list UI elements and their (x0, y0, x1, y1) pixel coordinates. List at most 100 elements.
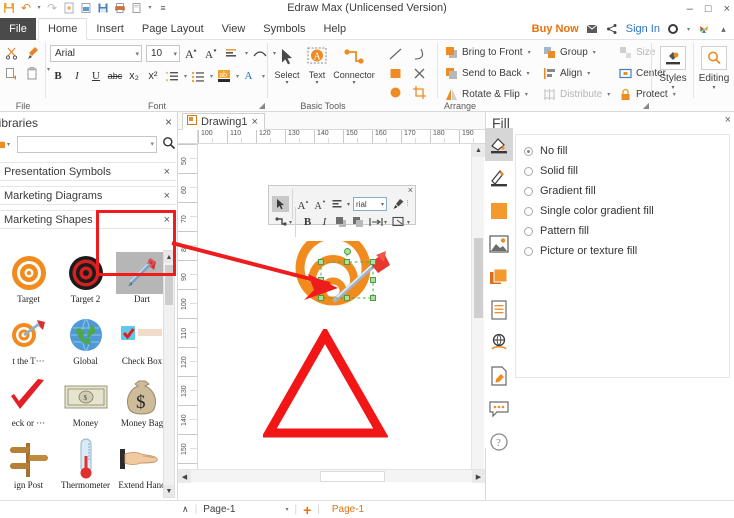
mini-connector-caret-icon[interactable]: ▾ (289, 219, 292, 226)
radio-button[interactable] (524, 246, 533, 256)
align-caret-icon[interactable]: ▾ (245, 50, 248, 57)
tab-file[interactable]: File (0, 18, 36, 40)
font-size-combo[interactable]: 10 ▾ (146, 45, 180, 62)
editing-caret-icon[interactable]: ▾ (694, 84, 734, 91)
list-item[interactable]: t the T··· (0, 312, 57, 374)
select-tool-button[interactable]: Select ▾ (270, 44, 304, 86)
select-caret-icon[interactable]: ▾ (270, 80, 304, 86)
chevron-down-icon[interactable]: ▾ (150, 140, 154, 148)
styles-caret-icon[interactable]: ▾ (652, 84, 694, 91)
arc-tool-icon[interactable] (408, 45, 432, 64)
mini-fill-icon[interactable] (390, 214, 407, 230)
styles-button[interactable]: Styles ▾ (652, 46, 694, 91)
bullet-list-icon[interactable] (190, 68, 206, 84)
fill-option-pattern-fill[interactable]: Pattern fill (524, 225, 589, 237)
italic-button[interactable]: I (69, 68, 85, 84)
fill-option-gradient-fill[interactable]: Gradient fill (524, 185, 596, 197)
list-item[interactable]: ign Post (0, 436, 57, 498)
arrange-dialog-launcher[interactable]: ◢ (643, 101, 649, 110)
rotate-flip-button[interactable]: Rotate & Flip ▾ (444, 87, 528, 101)
buy-now-button[interactable]: Buy Now (532, 23, 579, 35)
search-icon[interactable] (160, 136, 178, 153)
distribute-button[interactable]: Distribute ▾ (542, 87, 610, 101)
font-color-icon[interactable]: A (242, 68, 258, 84)
underline-button[interactable]: U (88, 68, 104, 84)
triangle-shape[interactable] (263, 329, 388, 439)
radio-button[interactable] (524, 166, 533, 176)
close-icon[interactable]: × (251, 116, 257, 128)
settings-caret-icon[interactable]: ▾ (687, 26, 690, 33)
tab-page-layout[interactable]: Page Layout (133, 18, 213, 40)
tab-view[interactable]: View (213, 18, 255, 40)
fill-pane-close-icon[interactable]: × (725, 114, 731, 126)
mini-italic-button[interactable]: I (316, 214, 333, 230)
rail-help-icon[interactable]: ? (485, 425, 513, 458)
text-curve-icon[interactable] (252, 46, 268, 62)
pencil-cross-tool-icon[interactable] (408, 64, 432, 83)
scrollbar-thumb[interactable] (165, 265, 173, 305)
add-page-button[interactable]: + (303, 503, 311, 517)
spacing-caret-icon[interactable]: ▾ (184, 73, 187, 80)
superscript-button[interactable]: x² (145, 68, 161, 84)
scroll-up-button[interactable]: ▲ (472, 144, 485, 157)
mini-fill-caret-icon[interactable]: ▾ (407, 219, 410, 226)
send-icon[interactable] (586, 23, 599, 36)
scrollbar-thumb[interactable] (474, 238, 483, 318)
grow-font-icon[interactable]: A (184, 46, 200, 62)
editing-button[interactable]: Editing ▾ (694, 46, 734, 91)
mini-connector-icon[interactable] (272, 214, 289, 230)
resize-handle-s[interactable] (344, 295, 350, 301)
mini-spacing-caret-icon[interactable]: ▾ (384, 219, 387, 226)
font-dialog-launcher[interactable]: ◢ (259, 101, 265, 110)
resize-handle-sw[interactable] (318, 295, 324, 301)
mini-bold-button[interactable]: B (299, 214, 316, 230)
resize-handle-nw[interactable] (318, 259, 324, 265)
library-group-marketing-diagrams[interactable]: Marketing Diagrams × (0, 186, 176, 205)
tab-help[interactable]: Help (314, 18, 355, 40)
list-item[interactable]: eck or ··· (0, 374, 57, 436)
radio-button[interactable] (524, 206, 533, 216)
bullets-caret-icon[interactable]: ▾ (210, 73, 213, 80)
chevron-down-icon[interactable]: ▾ (607, 91, 610, 98)
group-button[interactable]: Group ▾ (542, 45, 596, 59)
font-color-caret-icon[interactable]: ▾ (262, 73, 265, 80)
chevron-down-icon[interactable]: ▾ (526, 70, 529, 77)
fill-option-picture-or-texture-fill[interactable]: Picture or texture fill (524, 245, 637, 257)
share-icon[interactable] (606, 23, 619, 36)
rail-line-icon[interactable] (485, 161, 513, 194)
rectangle-tool-icon[interactable] (384, 64, 408, 83)
scroll-down-button[interactable]: ▼ (164, 485, 174, 497)
ribbon-collapse-icon[interactable]: ▴ (717, 23, 730, 36)
rail-hyperlink-icon[interactable] (485, 326, 513, 359)
chevron-down-icon[interactable]: ▾ (525, 91, 528, 98)
fill-option-solid-fill[interactable]: Solid fill (524, 165, 578, 177)
resize-handle-w[interactable] (318, 277, 324, 283)
text-caret-icon[interactable]: ▾ (300, 80, 334, 86)
text-tool-button[interactable]: A Text ▾ (300, 44, 334, 86)
canvas-horizontal-scrollbar[interactable]: ◀ ▶ (178, 469, 485, 483)
align-left-icon[interactable] (224, 46, 240, 62)
library-group-marketing-shapes[interactable]: Marketing Shapes × (0, 210, 176, 229)
resize-handle-se[interactable] (370, 295, 376, 301)
rail-properties-icon[interactable] (485, 293, 513, 326)
list-item[interactable]: Target 2 (57, 250, 114, 312)
rail-comment-icon[interactable] (485, 392, 513, 425)
scroll-up-button[interactable]: ▲ (164, 251, 174, 263)
mini-send-back-icon[interactable] (350, 214, 367, 230)
radio-button[interactable] (524, 226, 533, 236)
page-tab-page-1[interactable]: Page-1 (332, 504, 364, 515)
line-tool-icon[interactable] (384, 45, 408, 64)
tab-insert[interactable]: Insert (87, 18, 133, 40)
colorful-help-icon[interactable] (697, 23, 710, 36)
libraries-close-icon[interactable]: × (165, 115, 172, 129)
list-item[interactable]: $ Money (57, 374, 114, 436)
library-folder-icon[interactable]: ▾ (0, 138, 14, 150)
gear-icon[interactable] (667, 23, 680, 36)
format-painter-icon[interactable] (25, 45, 41, 61)
text-highlight-icon[interactable]: ab (216, 68, 232, 84)
libraries-search-input[interactable]: ▾ (17, 135, 157, 153)
send-to-back-button[interactable]: Send to Back ▾ (444, 66, 530, 80)
chevron-down-icon[interactable]: ▾ (593, 49, 596, 56)
maximize-button[interactable]: □ (705, 3, 712, 15)
library-scrollbar[interactable]: ▲ ▼ (163, 250, 175, 498)
